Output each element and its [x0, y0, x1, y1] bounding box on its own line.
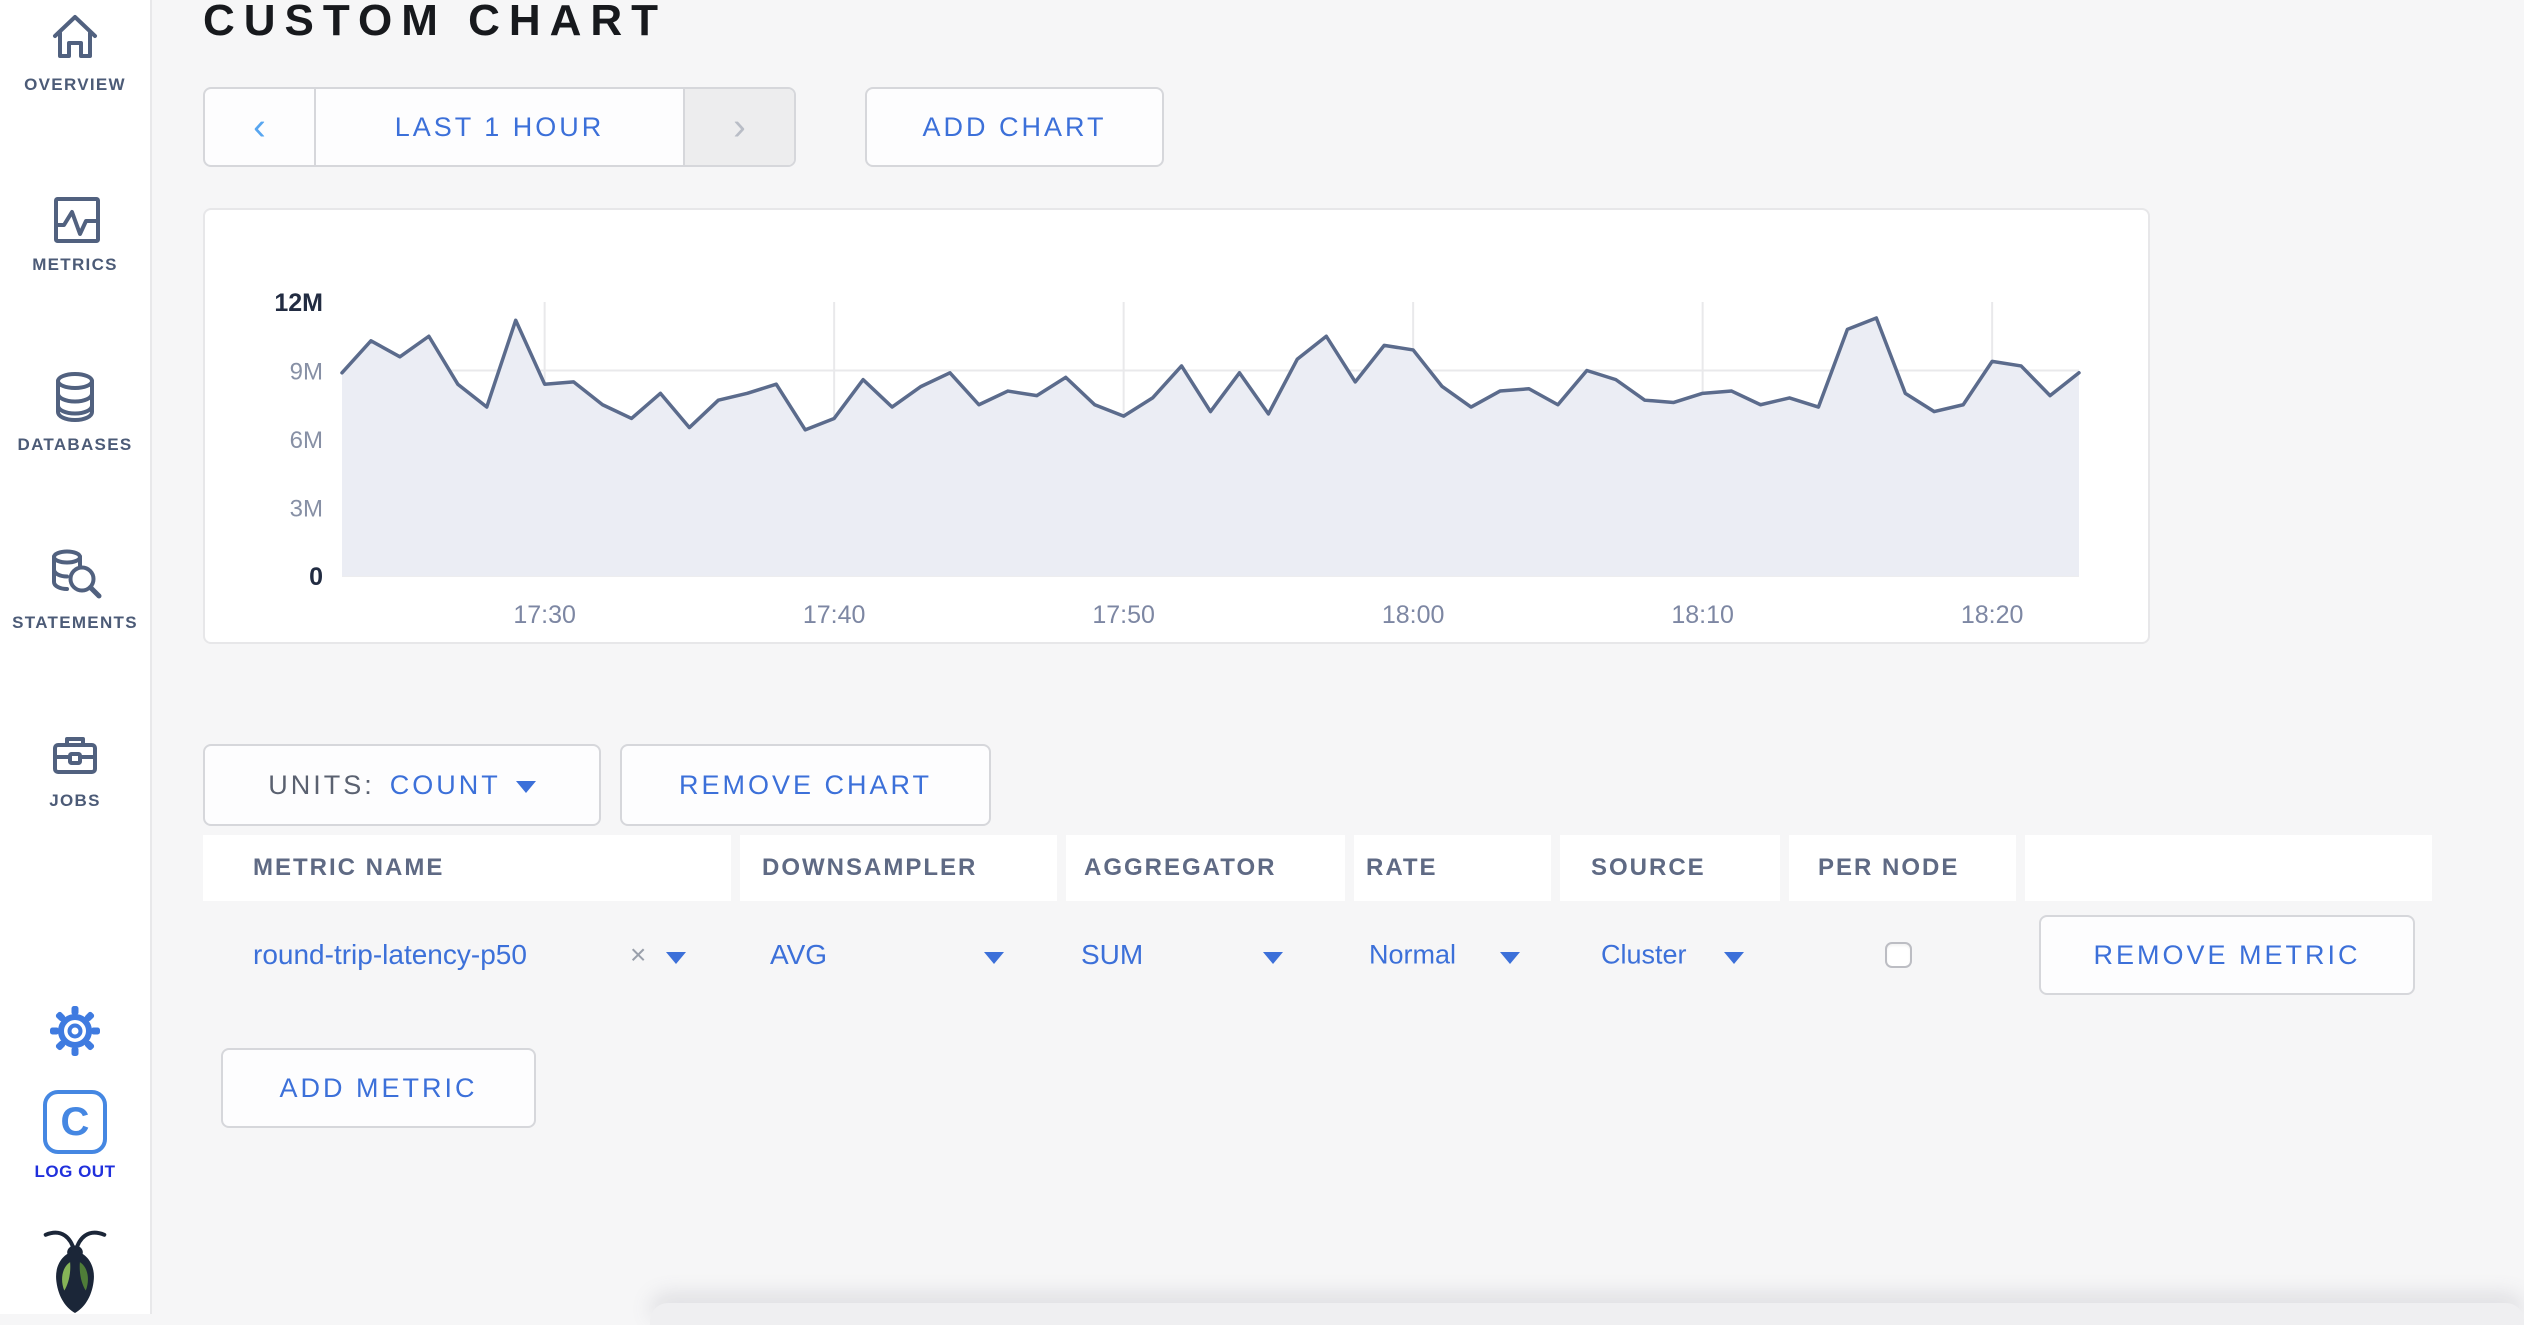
sidebar-item-label: STATEMENTS: [12, 613, 138, 632]
caret-down-icon[interactable]: [1724, 952, 1744, 964]
caret-down-icon[interactable]: [1500, 952, 1520, 964]
svg-text:6M: 6M: [290, 427, 323, 454]
svg-text:18:20: 18:20: [1961, 601, 2024, 629]
column-header-metric-name: METRIC NAME: [203, 835, 731, 901]
source-value[interactable]: Cluster: [1601, 940, 1687, 971]
custom-chart-canvas[interactable]: 0 3M 6M 9M 12M 17:30 17:40 17:50 18:00 18:10 18:20: [205, 210, 2148, 642]
time-range-next-button[interactable]: ›: [683, 89, 794, 165]
sidebar-item-metrics[interactable]: METRICS: [0, 190, 150, 275]
gear-icon: [49, 1005, 101, 1057]
sidebar-item-jobs[interactable]: JOBS: [0, 726, 150, 811]
units-value: COUNT: [389, 769, 501, 800]
logout-label: LOG OUT: [34, 1162, 116, 1181]
sidebar: OVERVIEW METRICS DATABASES STATEMENTS JO…: [0, 0, 152, 1314]
caret-down-icon: [515, 780, 536, 793]
remove-chart-button[interactable]: REMOVE CHART: [620, 744, 991, 826]
databases-icon: [47, 368, 103, 426]
chevron-right-icon: ›: [733, 105, 746, 148]
statements-icon: [46, 546, 104, 604]
sidebar-item-label: JOBS: [49, 791, 101, 810]
svg-text:12M: 12M: [274, 289, 323, 317]
caret-down-icon[interactable]: [666, 952, 686, 964]
time-range-selector: ‹ LAST 1 HOUR ›: [203, 87, 796, 167]
svg-text:9M: 9M: [290, 359, 323, 386]
page-title: CUSTOM CHART: [203, 0, 668, 45]
add-chart-button[interactable]: ADD CHART: [865, 87, 1164, 167]
caret-down-icon[interactable]: [1263, 952, 1283, 964]
caret-down-icon[interactable]: [984, 952, 1004, 964]
home-icon: [47, 10, 103, 66]
sidebar-item-statements[interactable]: STATEMENTS: [0, 546, 150, 633]
svg-text:17:30: 17:30: [513, 601, 576, 629]
sidebar-item-databases[interactable]: DATABASES: [0, 368, 150, 455]
metric-row: round-trip-latency-p50 × AVG SUM Normal …: [203, 901, 2443, 1009]
chevron-left-icon: ‹: [253, 105, 266, 148]
downsampler-value[interactable]: AVG: [770, 939, 827, 971]
units-label: UNITS:: [268, 769, 375, 800]
sidebar-item-overview[interactable]: OVERVIEW: [0, 10, 150, 95]
sidebar-item-label: METRICS: [32, 255, 118, 274]
remove-metric-button[interactable]: REMOVE METRIC: [2039, 915, 2415, 995]
rate-value[interactable]: Normal: [1369, 940, 1456, 971]
column-header-downsampler: DOWNSAMPLER: [740, 835, 1057, 901]
sidebar-item-label: OVERVIEW: [24, 75, 126, 94]
add-metric-button[interactable]: ADD METRIC: [221, 1048, 536, 1128]
logout-button[interactable]: C LOG OUT: [0, 1090, 150, 1182]
sidebar-item-label: DATABASES: [17, 435, 133, 454]
aggregator-value[interactable]: SUM: [1081, 939, 1143, 971]
svg-text:17:50: 17:50: [1092, 601, 1155, 629]
units-dropdown[interactable]: UNITS: COUNT: [203, 744, 601, 826]
cockroachdb-brand-icon[interactable]: [0, 1226, 150, 1314]
svg-text:17:40: 17:40: [803, 601, 866, 629]
svg-text:3M: 3M: [290, 496, 323, 523]
metric-name-link[interactable]: round-trip-latency-p50: [253, 939, 527, 971]
metrics-table-header: METRIC NAME DOWNSAMPLER AGGREGATOR RATE …: [203, 835, 2443, 901]
logo-letter: C: [60, 1099, 90, 1144]
metrics-icon: [47, 190, 103, 246]
clear-metric-icon[interactable]: ×: [630, 939, 646, 971]
scroll-edge-shadow: [650, 1303, 2524, 1325]
column-header-per-node: PER NODE: [1789, 835, 2016, 901]
column-header-source: SOURCE: [1560, 835, 1780, 901]
column-header-actions: [2025, 835, 2432, 901]
jobs-icon: [47, 726, 103, 782]
per-node-checkbox[interactable]: [1885, 942, 1912, 968]
cockroach-c-logo: C: [43, 1090, 107, 1154]
time-range-prev-button[interactable]: ‹: [205, 89, 316, 165]
column-header-aggregator: AGGREGATOR: [1066, 835, 1345, 901]
svg-text:0: 0: [309, 563, 323, 591]
svg-text:18:00: 18:00: [1382, 601, 1445, 629]
time-range-label[interactable]: LAST 1 HOUR: [316, 89, 683, 165]
svg-text:18:10: 18:10: [1671, 601, 1734, 629]
chart-card: 0 3M 6M 9M 12M 17:30 17:40 17:50 18:00 18:10 18:20: [203, 208, 2150, 644]
column-header-rate: RATE: [1354, 835, 1551, 901]
settings-button[interactable]: [0, 1005, 150, 1057]
